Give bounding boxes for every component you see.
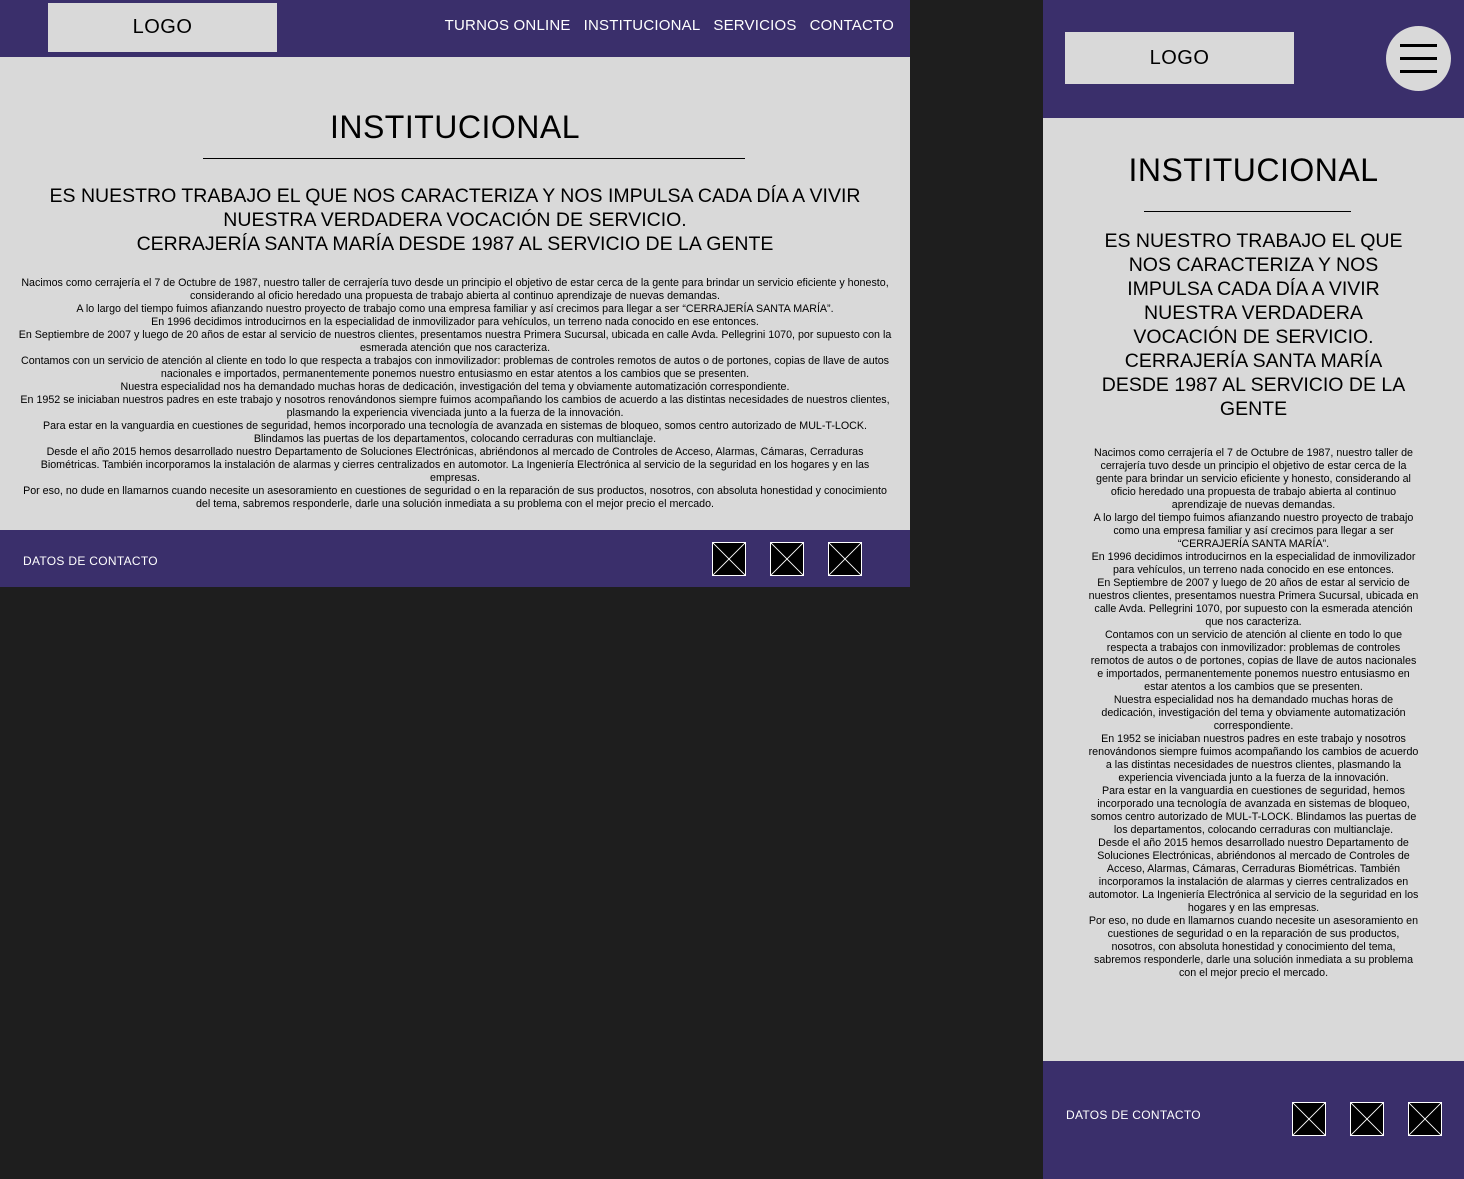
image-placeholder-icon[interactable] — [1350, 1102, 1384, 1136]
footer: DATOS DE CONTACTO — [0, 530, 910, 587]
image-placeholder-icon[interactable] — [770, 542, 804, 576]
hamburger-bar — [1400, 70, 1437, 73]
paragraph: Nuestra especialidad nos ha demandado mu… — [1101, 694, 1406, 732]
paragraph: En 1996 decidimos introducirnos en la es… — [151, 316, 759, 328]
subtitle-line: ES NUESTRO TRABAJO EL QUE NOS CARACTERIZ… — [1104, 230, 1403, 348]
main-content: INSTITUCIONAL ES NUESTRO TRABAJO EL QUE … — [0, 57, 910, 530]
contact-info-label[interactable]: DATOS DE CONTACTO — [23, 554, 158, 568]
image-placeholder-icon[interactable] — [712, 542, 746, 576]
header: LOGO TURNOS ONLINE INSTITUCIONAL SERVICI… — [0, 0, 910, 57]
paragraph: Nuestra especialidad nos ha demandado mu… — [120, 381, 790, 393]
paragraph: A lo largo del tiempo fuimos afianzando … — [1093, 512, 1414, 550]
logo[interactable]: LOGO — [48, 3, 277, 52]
paragraph: En Septiembre de 2007 y luego de 20 años… — [18, 329, 892, 354]
page-subtitle: ES NUESTRO TRABAJO EL QUE NOS CARACTERIZ… — [40, 184, 870, 256]
paragraph: Para estar en la vanguardia en cuestione… — [1090, 785, 1417, 836]
hamburger-icon[interactable] — [1386, 26, 1451, 91]
page-title: INSTITUCIONAL — [329, 109, 581, 145]
paragraph: Contamos con un servicio de atención al … — [21, 355, 889, 380]
mobile-header: LOGO — [1043, 0, 1464, 118]
mobile-footer: DATOS DE CONTACTO — [1043, 1061, 1464, 1179]
main-nav: TURNOS ONLINE INSTITUCIONAL SERVICIOS CO… — [445, 17, 894, 34]
paragraph: Desde el año 2015 hemos desarrollado nue… — [1088, 837, 1419, 914]
subtitle-line: ES NUESTRO TRABAJO EL QUE NOS CARACTERIZ… — [49, 185, 861, 231]
paragraph: Por eso, no dude en llamarnos cuando nec… — [1088, 915, 1419, 979]
institutional-text: Nacimos como cerrajería el 7 de Octubre … — [1087, 447, 1420, 980]
paragraph: En 1952 se iniciaban nuestros padres en … — [20, 394, 890, 419]
nav-turnos-online[interactable]: TURNOS ONLINE — [445, 17, 571, 34]
paragraph: En 1996 decidimos introducirnos en la es… — [1091, 551, 1416, 576]
paragraph: Para estar en la vanguardia en cuestione… — [42, 420, 868, 445]
logo[interactable]: LOGO — [1065, 32, 1294, 84]
paragraph: En Septiembre de 2007 y luego de 20 años… — [1088, 577, 1419, 628]
paragraph: A lo largo del tiempo fuimos afianzando … — [76, 303, 834, 315]
desktop-frame: LOGO TURNOS ONLINE INSTITUCIONAL SERVICI… — [0, 0, 910, 587]
title-divider — [1144, 211, 1351, 212]
contact-info-label[interactable]: DATOS DE CONTACTO — [1066, 1108, 1201, 1122]
paragraph: En 1952 se iniciaban nuestros padres en … — [1088, 733, 1419, 784]
nav-servicios[interactable]: SERVICIOS — [713, 17, 796, 34]
title-divider — [203, 158, 745, 159]
paragraph: Nacimos como cerrajería el 7 de Octubre … — [1093, 447, 1413, 511]
hamburger-bar — [1400, 44, 1437, 47]
paragraph: Desde el año 2015 hemos desarrollado nue… — [40, 446, 870, 484]
subtitle-line: CERRAJERÍA SANTA MARÍA DESDE 1987 AL SER… — [136, 233, 774, 255]
page-title: INSTITUCIONAL — [1128, 152, 1379, 188]
hamburger-bar — [1400, 57, 1437, 60]
paragraph: Nacimos como cerrajería el 7 de Octubre … — [21, 277, 889, 302]
image-placeholder-icon[interactable] — [1292, 1102, 1326, 1136]
nav-institucional[interactable]: INSTITUCIONAL — [584, 17, 701, 34]
institutional-text: Nacimos como cerrajería el 7 de Octubre … — [18, 277, 892, 511]
subtitle-line: CERRAJERÍA SANTA MARÍA DESDE 1987 AL SER… — [1101, 350, 1406, 420]
paragraph: Por eso, no dude en llamarnos cuando nec… — [23, 485, 887, 510]
paragraph: Contamos con un servicio de atención al … — [1090, 629, 1417, 693]
image-placeholder-icon[interactable] — [1408, 1102, 1442, 1136]
image-placeholder-icon[interactable] — [828, 542, 862, 576]
page-subtitle: ES NUESTRO TRABAJO EL QUE NOS CARACTERIZ… — [1091, 229, 1416, 421]
mobile-frame: LOGO INSTITUCIONAL ES NUESTRO TRABAJO EL… — [1043, 0, 1464, 1179]
nav-contacto[interactable]: CONTACTO — [810, 17, 894, 34]
